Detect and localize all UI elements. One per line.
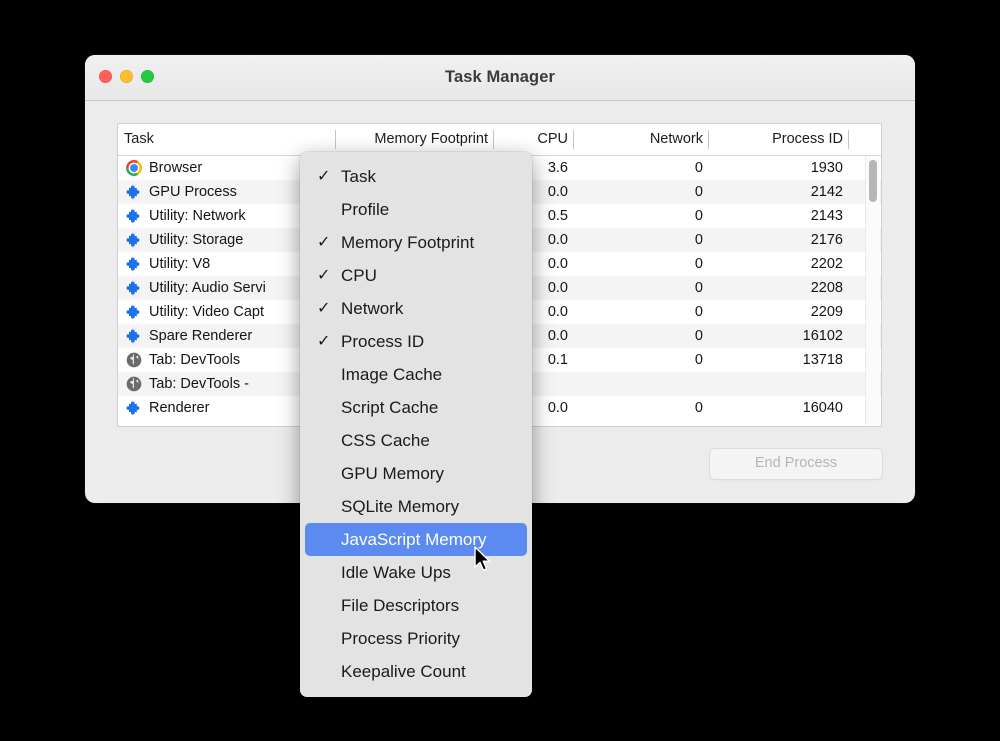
checkmark-icon: ✓ [317,160,330,193]
cell-process-id: 13718 [709,352,849,368]
menu-item-image-cache[interactable]: Image Cache [305,358,527,391]
menu-item-label: Image Cache [341,365,442,384]
menu-item-css-cache[interactable]: CSS Cache [305,424,527,457]
cell-network: 0 [574,160,709,176]
column-header-network[interactable]: Network [574,124,709,155]
cell-network: 0 [574,328,709,344]
column-header-process-id[interactable]: Process ID [709,124,849,155]
cell-process-id: 2208 [709,280,849,296]
chrome-icon [126,160,142,176]
menu-item-label: Process Priority [341,629,460,648]
task-name-label: Spare Renderer [149,328,252,344]
menu-item-label: Keepalive Count [341,662,466,681]
task-name-label: Browser [149,160,202,176]
window-titlebar[interactable]: Task Manager [85,55,915,101]
globe-icon [126,352,142,368]
puzzle-icon [126,232,142,248]
cell-process-id: 2143 [709,208,849,224]
task-name-label: Utility: Audio Servi [149,280,266,296]
cell-network: 0 [574,256,709,272]
task-name-label: Utility: Network [149,208,246,224]
menu-item-process-id[interactable]: ✓ Process ID [305,325,527,358]
column-header-cpu[interactable]: CPU [494,124,574,155]
task-name-label: Utility: V8 [149,256,210,272]
puzzle-icon [126,328,142,344]
window-title: Task Manager [85,55,915,100]
menu-item-label: Network [341,299,403,318]
cell-process-id: 16040 [709,400,849,416]
task-name-label: Renderer [149,400,209,416]
puzzle-icon [126,184,142,200]
scrollbar-thumb[interactable] [869,160,877,202]
cell-network: 0 [574,232,709,248]
menu-item-label: JavaScript Memory [341,530,486,549]
vertical-scrollbar[interactable] [865,156,880,425]
menu-item-keepalive-count[interactable]: Keepalive Count [305,655,527,688]
column-header-task[interactable]: Task [118,124,336,155]
task-name-label: Tab: DevTools - [149,376,249,392]
menu-item-label: CSS Cache [341,431,430,450]
cell-network: 0 [574,280,709,296]
task-name-label: GPU Process [149,184,237,200]
checkmark-icon: ✓ [317,292,330,325]
cell-network: 0 [574,304,709,320]
menu-item-sqlite-memory[interactable]: SQLite Memory [305,490,527,523]
menu-item-gpu-memory[interactable]: GPU Memory [305,457,527,490]
menu-item-label: Memory Footprint [341,233,474,252]
menu-item-label: Profile [341,200,389,219]
task-name-label: Tab: DevTools [149,352,240,368]
task-name-label: Utility: Storage [149,232,243,248]
puzzle-icon [126,400,142,416]
menu-item-process-priority[interactable]: Process Priority [305,622,527,655]
menu-item-cpu[interactable]: ✓ CPU [305,259,527,292]
column-header-memory[interactable]: Memory Footprint [336,124,494,155]
checkmark-icon: ✓ [317,259,330,292]
end-process-button[interactable]: End Process [709,448,883,480]
menu-item-label: SQLite Memory [341,497,459,516]
menu-item-idle-wake-ups[interactable]: Idle Wake Ups [305,556,527,589]
checkmark-icon: ✓ [317,226,330,259]
puzzle-icon [126,208,142,224]
menu-item-label: Script Cache [341,398,438,417]
menu-item-file-descriptors[interactable]: File Descriptors [305,589,527,622]
screen: Task Manager Task Memory Footprint CPU N… [0,0,1000,741]
menu-item-network[interactable]: ✓ Network [305,292,527,325]
menu-item-label: Task [341,167,376,186]
task-name-label: Utility: Video Capt [149,304,264,320]
column-options-context-menu[interactable]: ✓ Task Profile ✓ Memory Footprint ✓ CPU ✓ Networ… [300,152,532,697]
cell-process-id: 2142 [709,184,849,200]
menu-item-script-cache[interactable]: Script Cache [305,391,527,424]
menu-item-task[interactable]: ✓ Task [305,160,527,193]
puzzle-icon [126,304,142,320]
menu-item-memory-footprint[interactable]: ✓ Memory Footprint [305,226,527,259]
menu-item-label: GPU Memory [341,464,444,483]
menu-item-label: File Descriptors [341,596,459,615]
checkmark-icon: ✓ [317,325,330,358]
cell-process-id: 16102 [709,328,849,344]
cell-process-id: 2209 [709,304,849,320]
cell-network: 0 [574,400,709,416]
menu-item-profile[interactable]: Profile [305,193,527,226]
globe-icon [126,376,142,392]
cell-process-id: 2176 [709,232,849,248]
cell-network: 0 [574,352,709,368]
menu-item-label: Idle Wake Ups [341,563,451,582]
cell-network: 0 [574,184,709,200]
cell-network: 0 [574,208,709,224]
menu-item-label: Process ID [341,332,424,351]
menu-item-javascript-memory[interactable]: JavaScript Memory [305,523,527,556]
menu-item-label: CPU [341,266,377,285]
cell-process-id: 2202 [709,256,849,272]
cell-process-id: 1930 [709,160,849,176]
puzzle-icon [126,280,142,296]
puzzle-icon [126,256,142,272]
